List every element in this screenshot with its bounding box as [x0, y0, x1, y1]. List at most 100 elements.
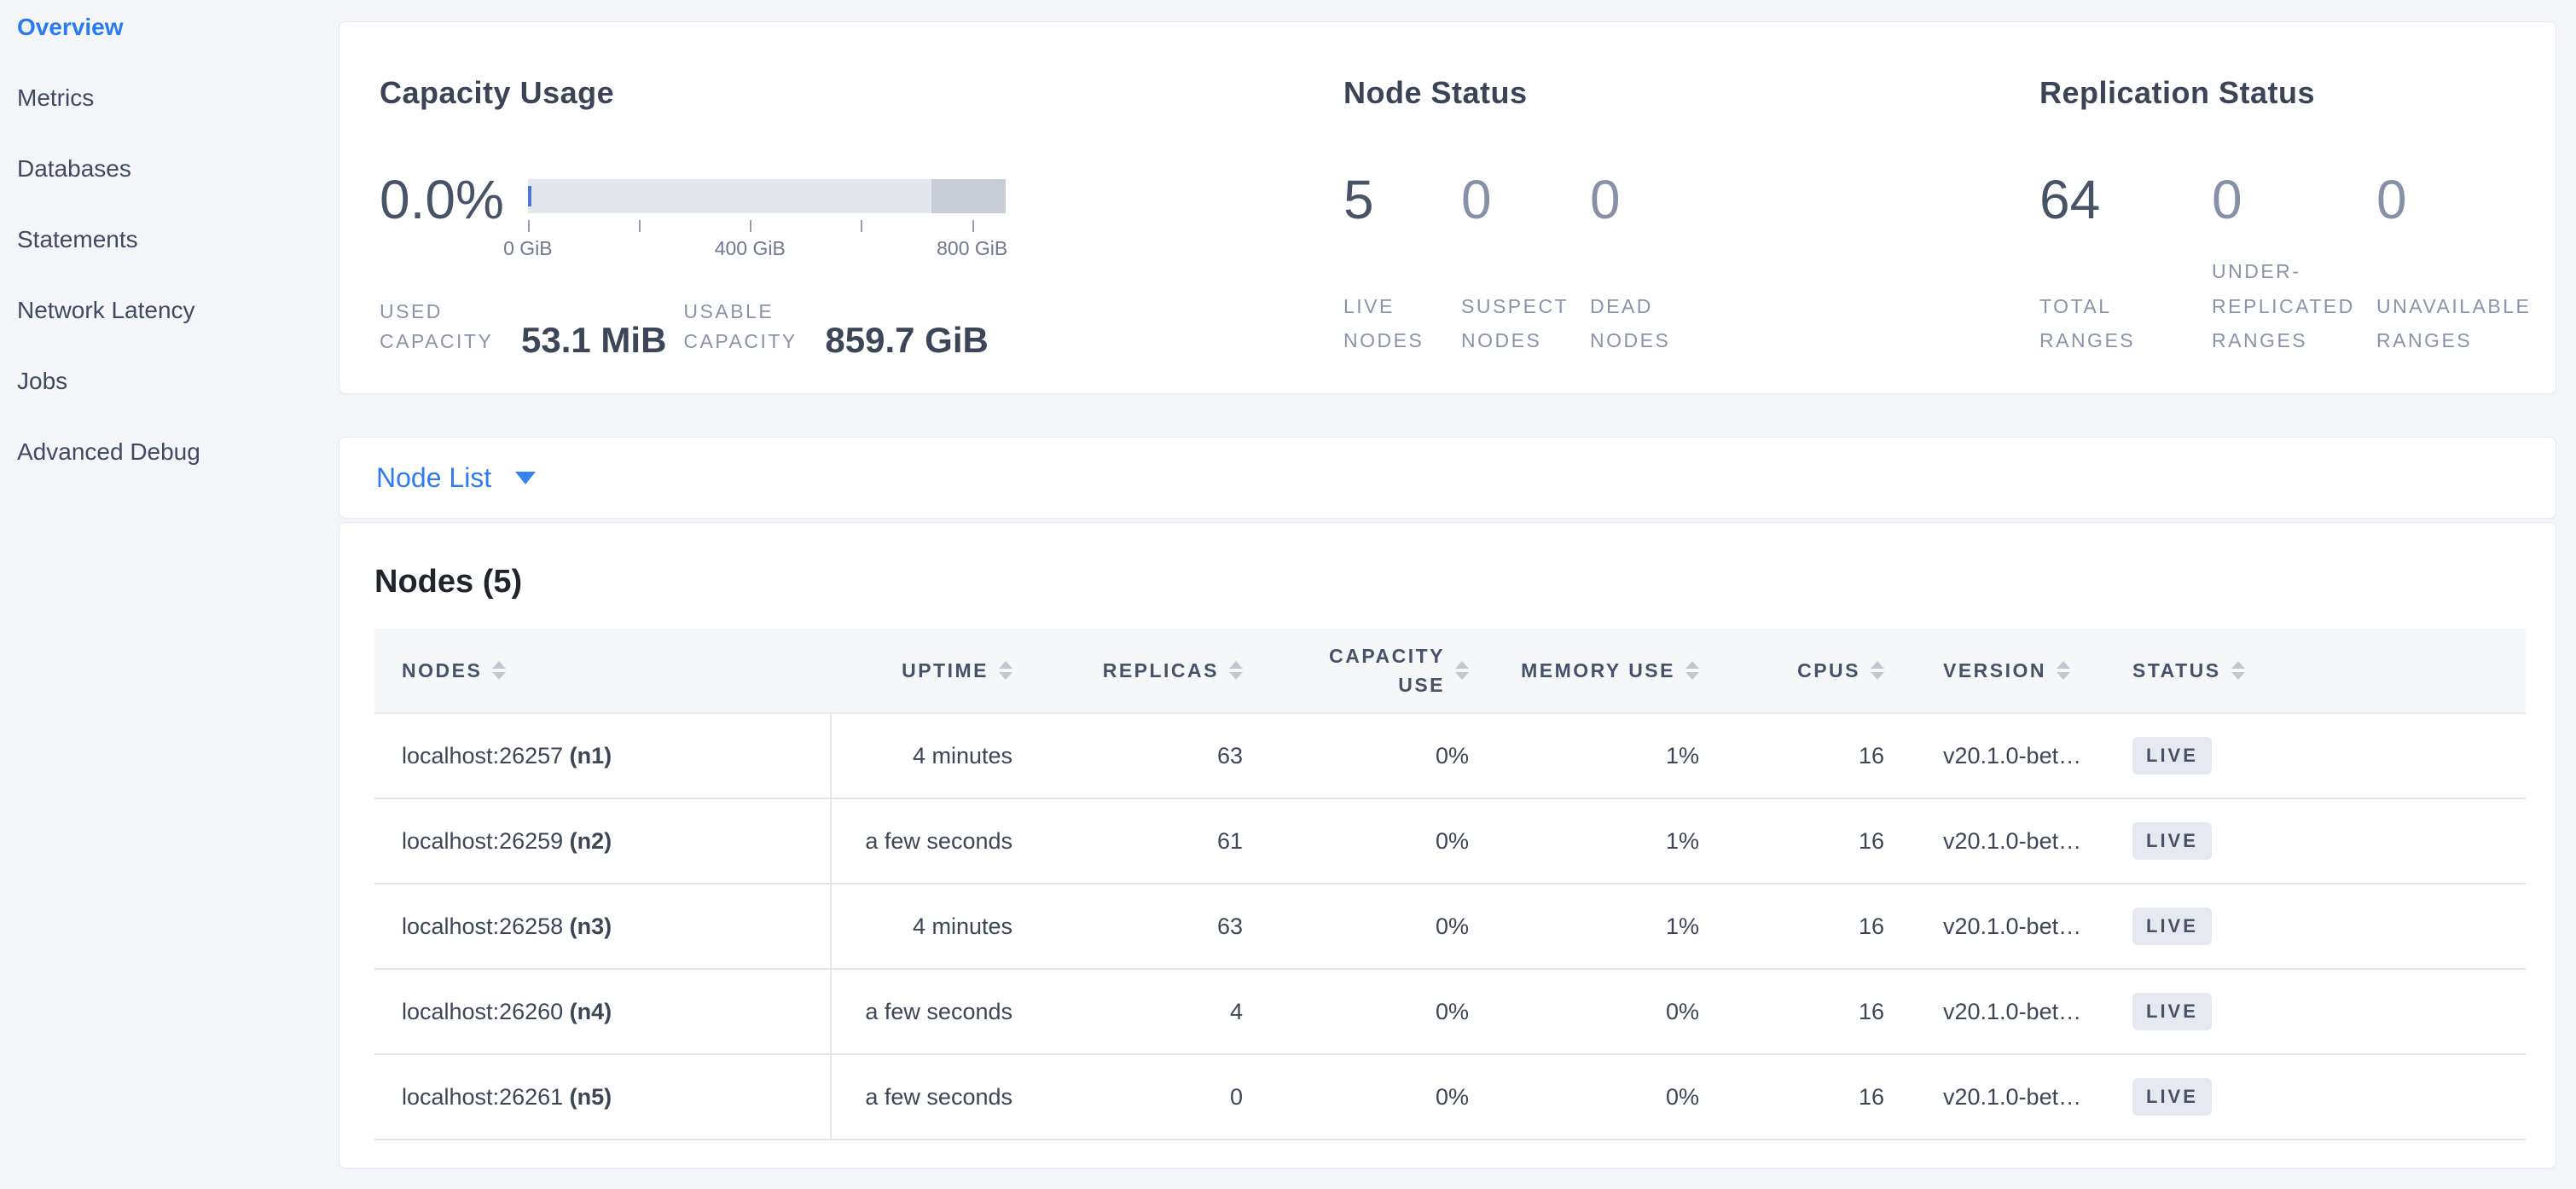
- sidebar-item-databases[interactable]: Databases: [0, 133, 339, 204]
- status-badge: LIVE: [2132, 908, 2212, 945]
- node-list-dropdown[interactable]: Node List: [376, 462, 536, 494]
- sidebar-item-network-latency[interactable]: Network Latency: [0, 275, 339, 345]
- cluster-summary-card: Capacity Usage 0.0%: [339, 21, 2556, 394]
- status-badge: LIVE: [2132, 1078, 2212, 1116]
- replicas-cell: 4: [1033, 969, 1263, 1054]
- node-address-link[interactable]: localhost:26261: [402, 1084, 563, 1110]
- dead-nodes-label: DEAD NODES: [1590, 289, 1726, 358]
- version-cell: v20.1.0-bet…: [1905, 798, 2095, 884]
- replicas-cell: 63: [1033, 713, 1263, 798]
- node-id: (n5): [570, 1084, 612, 1110]
- column-header-capacity-use[interactable]: CAPACITY USE: [1263, 629, 1489, 713]
- sidebar-item-label: Statements: [17, 226, 138, 253]
- sort-icon[interactable]: [999, 661, 1012, 680]
- sidebar-item-label: Advanced Debug: [17, 438, 200, 466]
- table-header-row: NODES UPTIME REPLICAS CAPACITY USE MEMOR: [374, 629, 2526, 713]
- nodes-table-title: Nodes (5): [374, 564, 2524, 600]
- used-capacity-stat: USED CAPACITY 53.1 MiB: [380, 297, 666, 357]
- node-status-labels: LIVE NODES SUSPECT NODES DEAD NODES: [1343, 289, 2039, 358]
- status-badge: LIVE: [2132, 993, 2212, 1030]
- sort-icon[interactable]: [492, 661, 506, 680]
- sidebar-item-label: Metrics: [17, 84, 94, 112]
- replicas-cell: 61: [1033, 798, 1263, 884]
- node-address-link[interactable]: localhost:26258: [402, 914, 563, 939]
- capacity-stats: USED CAPACITY 53.1 MiB USABLE CAPACITY 8…: [380, 297, 1343, 357]
- status-badge: LIVE: [2132, 822, 2212, 860]
- table-row[interactable]: localhost:26261 (n5) a few seconds 0 0% …: [374, 1054, 2526, 1140]
- unavailable-ranges-value: 0: [2376, 179, 2543, 220]
- memory-use-cell: 0%: [1489, 1054, 1720, 1140]
- table-row[interactable]: localhost:26258 (n3) 4 minutes 63 0% 1% …: [374, 884, 2526, 969]
- sidebar-item-jobs[interactable]: Jobs: [0, 345, 339, 416]
- cluster-overview-page: Overview Metrics Databases Statements Ne…: [0, 0, 2576, 1189]
- sidebar-item-label: Databases: [17, 155, 131, 183]
- uptime-cell: a few seconds: [831, 798, 1033, 884]
- capacity-use-cell: 0%: [1263, 969, 1489, 1054]
- capacity-axis-ticks: [528, 220, 1006, 232]
- sidebar-item-label: Overview: [17, 14, 124, 41]
- capacity-use-cell: 0%: [1263, 713, 1489, 798]
- capacity-bar-chart: 0 GiB 400 GiB 800 GiB: [528, 179, 1006, 259]
- capacity-bar-other-segment: [931, 179, 1006, 213]
- replication-status-section: Replication Status 64 0 0 TOTAL RANGES U…: [2039, 75, 2517, 357]
- replication-values: 64 0 0: [2039, 179, 2517, 220]
- table-row[interactable]: localhost:26257 (n1) 4 minutes 63 0% 1% …: [374, 713, 2526, 798]
- usable-capacity-value: 859.7 GiB: [825, 323, 988, 357]
- sort-icon[interactable]: [1229, 661, 1243, 680]
- sidebar-item-label: Jobs: [17, 368, 67, 395]
- axis-label-0: 0 GiB: [503, 237, 553, 260]
- cpus-cell: 16: [1720, 713, 1905, 798]
- status-badge: LIVE: [2132, 737, 2212, 774]
- sidebar-item-overview[interactable]: Overview: [0, 0, 339, 62]
- capacity-usage-title: Capacity Usage: [380, 75, 1343, 111]
- total-ranges-value: 64: [2039, 179, 2212, 220]
- column-header-version[interactable]: VERSION: [1905, 629, 2095, 713]
- main-content: Capacity Usage 0.0%: [339, 0, 2556, 1169]
- sidebar-item-label: Network Latency: [17, 297, 195, 324]
- cpus-cell: 16: [1720, 1054, 1905, 1140]
- capacity-bar-track: [528, 179, 1006, 213]
- live-nodes-label: LIVE NODES: [1343, 289, 1461, 358]
- sidebar-item-statements[interactable]: Statements: [0, 204, 339, 275]
- node-address-link[interactable]: localhost:26259: [402, 828, 563, 854]
- sidebar-item-metrics[interactable]: Metrics: [0, 62, 339, 133]
- capacity-use-cell: 0%: [1263, 1054, 1489, 1140]
- node-list-dropdown-label: Node List: [376, 462, 491, 494]
- column-header-nodes[interactable]: NODES: [374, 629, 831, 713]
- node-status-values: 5 0 0: [1343, 179, 2039, 220]
- capacity-usage-section: Capacity Usage 0.0%: [380, 75, 1343, 357]
- capacity-bar-used-marker: [528, 186, 531, 206]
- live-nodes-value: 5: [1343, 179, 1461, 220]
- node-address-link[interactable]: localhost:26257: [402, 743, 563, 768]
- sidebar-item-advanced-debug[interactable]: Advanced Debug: [0, 416, 339, 487]
- under-replicated-ranges-value: 0: [2212, 179, 2376, 220]
- column-header-status[interactable]: STATUS: [2095, 629, 2526, 713]
- sort-icon[interactable]: [2057, 661, 2070, 680]
- column-header-memory-use[interactable]: MEMORY USE: [1489, 629, 1720, 713]
- memory-use-cell: 1%: [1489, 798, 1720, 884]
- axis-label-800: 800 GiB: [937, 237, 1007, 260]
- replication-status-title: Replication Status: [2039, 75, 2517, 111]
- sort-icon[interactable]: [2231, 661, 2245, 680]
- nodes-table-card: Nodes (5) NODES UPTIME RE: [339, 522, 2556, 1169]
- version-cell: v20.1.0-bet…: [1905, 884, 2095, 969]
- table-row[interactable]: localhost:26259 (n2) a few seconds 61 0%…: [374, 798, 2526, 884]
- sort-icon[interactable]: [1685, 661, 1699, 680]
- node-address-link[interactable]: localhost:26260: [402, 999, 563, 1024]
- sort-icon[interactable]: [1455, 661, 1469, 680]
- cpus-cell: 16: [1720, 798, 1905, 884]
- usable-capacity-label: USABLE CAPACITY: [683, 297, 818, 357]
- column-header-replicas[interactable]: REPLICAS: [1033, 629, 1263, 713]
- capacity-axis-labels: 0 GiB 400 GiB 800 GiB: [528, 237, 1006, 259]
- column-header-uptime[interactable]: UPTIME: [831, 629, 1033, 713]
- version-cell: v20.1.0-bet…: [1905, 1054, 2095, 1140]
- uptime-cell: 4 minutes: [831, 713, 1033, 798]
- capacity-use-cell: 0%: [1263, 798, 1489, 884]
- table-row[interactable]: localhost:26260 (n4) a few seconds 4 0% …: [374, 969, 2526, 1054]
- usable-capacity-stat: USABLE CAPACITY 859.7 GiB: [683, 297, 988, 357]
- sort-icon[interactable]: [1871, 661, 1884, 680]
- view-selector-card: Node List: [339, 437, 2556, 519]
- uptime-cell: a few seconds: [831, 1054, 1033, 1140]
- column-header-cpus[interactable]: CPUS: [1720, 629, 1905, 713]
- uptime-cell: 4 minutes: [831, 884, 1033, 969]
